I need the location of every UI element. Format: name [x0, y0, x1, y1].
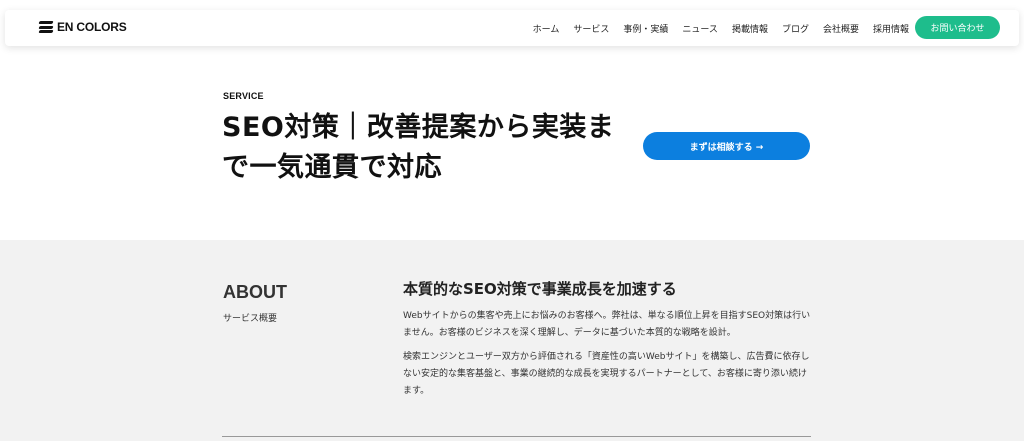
logo-mark-icon: [38, 20, 54, 34]
nav-item-company[interactable]: 会社概要: [823, 22, 859, 35]
section-divider: [222, 436, 811, 437]
consult-button[interactable]: まずは相談する →: [643, 132, 810, 160]
logo-text: EN COLORS: [57, 20, 127, 34]
nav-item-news[interactable]: ニュース: [682, 22, 718, 35]
nav-item-home[interactable]: ホーム: [533, 22, 560, 35]
nav-item-service[interactable]: サービス: [573, 22, 609, 35]
site-header: EN COLORS ホーム サービス 事例・実績 ニュース 掲載情報 ブログ 会…: [5, 10, 1019, 46]
nav-item-cases[interactable]: 事例・実績: [623, 22, 668, 35]
page-title-line-1: SEO対策｜改善提案から実装ま: [222, 112, 615, 143]
contact-button[interactable]: お問い合わせ: [915, 16, 1000, 39]
nav-item-blog[interactable]: ブログ: [782, 22, 809, 35]
about-subheading: サービス概要: [223, 314, 278, 324]
nav-item-recruit[interactable]: 採用情報: [873, 22, 909, 35]
page-title: SEO対策｜改善提案から実装ま で一気通貫で対応: [222, 108, 632, 188]
section-eyebrow: SERVICE: [223, 91, 264, 101]
about-title: 本質的なSEO対策で事業成長を加速する: [403, 280, 677, 298]
page-title-line-2: で一気通貫で対応: [222, 152, 442, 183]
main-nav: ホーム サービス 事例・実績 ニュース 掲載情報 ブログ 会社概要 採用情報: [533, 10, 909, 46]
nav-item-media[interactable]: 掲載情報: [732, 22, 768, 35]
about-paragraph-1: Webサイトからの集客や売上にお悩みのお客様へ。弊社は、単なる順位上昇を目指すS…: [403, 311, 811, 338]
about-heading: ABOUT: [223, 282, 287, 302]
logo[interactable]: EN COLORS: [38, 20, 127, 34]
about-section: ABOUT サービス概要 本質的なSEO対策で事業成長を加速する Webサイトか…: [0, 240, 1024, 441]
about-paragraph-2: 検索エンジンとユーザー双方から評価される「資産性の高いWebサイト」を構築し、広…: [403, 352, 810, 396]
